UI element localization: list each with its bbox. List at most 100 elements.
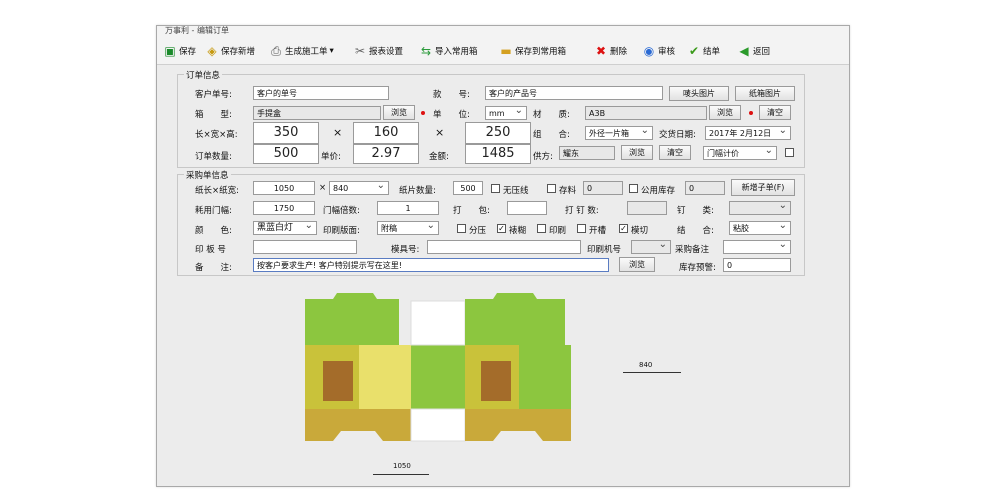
split-checkbox[interactable] (457, 224, 466, 233)
nail-count-label: 打 钉 数: (565, 206, 599, 216)
stock-warning-label: 库存预警: (679, 263, 716, 273)
color-select[interactable]: 黑蓝白灯 (253, 221, 317, 235)
remark-browse-button[interactable]: 浏览 (619, 257, 655, 272)
pricing-select[interactable]: 门幅计价 (703, 146, 777, 160)
customer-no-label: 客户单号: (195, 90, 232, 100)
bond-label: 结 合: (677, 226, 714, 236)
supplier-input[interactable]: 耀东 (559, 146, 615, 160)
no-crease-checkbox[interactable] (491, 184, 500, 193)
remark-input[interactable]: 按客户要求生产! 客户特别提示写在这里! (253, 258, 609, 272)
length-input[interactable]: 350 (253, 122, 319, 144)
pack-input[interactable] (507, 201, 547, 215)
amount-input[interactable]: 1485 (465, 144, 531, 164)
plate-no-input[interactable] (253, 240, 357, 254)
public-stock-checkbox[interactable] (629, 184, 638, 193)
style-no-input[interactable]: 客户的产品号 (485, 86, 663, 100)
laminate-checkbox[interactable]: ✓ (497, 224, 506, 233)
stock-checkbox[interactable] (547, 184, 556, 193)
price-input[interactable]: 2.97 (353, 144, 419, 164)
save-new-button[interactable]: ◈ 保存新增 (205, 42, 255, 60)
combine-label: 组 合: (533, 130, 570, 140)
stock-warning-input[interactable]: 0 (723, 258, 791, 272)
nail-count-input[interactable] (627, 201, 667, 215)
back-arrow-icon: ◀ (739, 44, 749, 58)
checkmark-icon: ✔ (688, 44, 700, 58)
purchase-note-select[interactable] (723, 240, 791, 254)
supplier-browse-button[interactable]: 浏览 (621, 145, 653, 160)
die-cut-checkbox[interactable]: ✓ (619, 224, 628, 233)
import-box-button[interactable]: ⇆ 导入常用箱 (419, 42, 478, 60)
box-type-label: 箱 型: (195, 110, 232, 120)
door-width-input[interactable]: 1750 (253, 201, 315, 215)
material-browse-button[interactable]: 浏览 (709, 105, 741, 120)
times-sign: × (333, 126, 343, 139)
box-panel-middle (410, 300, 466, 442)
door-multiple-input[interactable]: 1 (377, 201, 439, 215)
slot-checkbox[interactable] (577, 224, 586, 233)
box-type-browse-button[interactable]: 浏览 (383, 105, 415, 120)
delivery-date-picker[interactable]: 2017年 2月12日 (705, 126, 791, 140)
supplier-clear-button[interactable]: 清空 (659, 145, 691, 160)
public-stock-input[interactable]: 0 (685, 181, 725, 195)
style-no-label: 款 号: (433, 90, 470, 100)
box-type-input[interactable]: 手提盒 (253, 106, 381, 120)
sheet-qty-input[interactable]: 500 (453, 181, 483, 195)
purchase-note-label: 采购备注 (675, 245, 710, 255)
nail-type-select[interactable] (729, 201, 791, 215)
print-side-label: 印刷版面: (323, 226, 360, 236)
unit-select[interactable]: mm (485, 106, 527, 120)
public-stock-label: 公用库存 (641, 186, 676, 196)
toolbar: ▣ 保存 ◈ 保存新增 ⎙ 生成施工单 ▾ ✂ 报表设置 ⇆ 导入常用箱 ▬ 保存到常用箱 ✖… (157, 38, 849, 65)
bond-select[interactable]: 粘胶 (729, 221, 791, 235)
box-dieline-preview (305, 293, 571, 442)
save-box-button[interactable]: ▬ 保存到常用箱 (499, 42, 566, 60)
delivery-date-label: 交货日期: (659, 130, 696, 140)
order-qty-label: 订单数量: (195, 152, 232, 162)
paper-size-label: 纸长×纸宽: (195, 186, 239, 196)
split-label: 分压 (469, 226, 487, 236)
order-qty-input[interactable]: 500 (253, 144, 319, 164)
dimension-width-label: 840 (639, 361, 653, 369)
import-icon: ⇆ (420, 44, 432, 58)
pricing-checkbox[interactable] (785, 148, 794, 157)
stock-input[interactable]: 0 (583, 181, 623, 195)
print-checkbox[interactable] (537, 224, 546, 233)
no-crease-label: 无压线 (503, 186, 529, 196)
paper-length-input[interactable]: 1050 (253, 181, 315, 195)
delete-icon: ✖ (595, 44, 607, 58)
door-multiple-label: 门幅倍数: (323, 206, 360, 216)
tools-icon: ✂ (354, 44, 366, 58)
plate-no-label: 印 板 号 (195, 245, 226, 255)
delete-button[interactable]: ✖ 删除 (594, 42, 627, 60)
print-side-select[interactable]: 附稿 (377, 221, 439, 235)
material-label: 材 质: (533, 110, 570, 120)
finish-button[interactable]: ✔ 结单 (687, 42, 720, 60)
save-button[interactable]: ▣ 保存 (163, 42, 196, 60)
dropdown-arrow-icon: ▾ (329, 46, 334, 56)
material-input[interactable]: A3B (585, 106, 707, 120)
paper-width-select[interactable]: 840 (329, 181, 389, 195)
height-input[interactable]: 250 (465, 122, 531, 144)
laminate-label: 裱糊 (509, 226, 527, 236)
audit-button[interactable]: ◉ 审核 (642, 42, 675, 60)
width-input[interactable]: 160 (353, 122, 419, 144)
back-button[interactable]: ◀ 返回 (737, 42, 770, 60)
color-label: 颜 色: (195, 226, 232, 236)
mark-image-button[interactable]: 唛头图片 (669, 86, 729, 101)
generate-ticket-button[interactable]: ⎙ 生成施工单 ▾ (269, 42, 334, 60)
printer-no-select[interactable] (631, 240, 671, 254)
new-sub-order-button[interactable]: 新增子单(F) (731, 179, 795, 196)
mold-no-label: 模具号: (391, 245, 420, 255)
report-settings-button[interactable]: ✂ 报表设置 (353, 42, 403, 60)
dimensions-label: 长×宽×高: (195, 130, 238, 140)
supplier-label: 供方: (533, 152, 553, 162)
customer-no-input[interactable]: 客户的单号 (253, 86, 389, 100)
amount-label: 金额: (429, 152, 449, 162)
box-panel-left (305, 293, 411, 441)
combine-select[interactable]: 外径一片箱 (585, 126, 653, 140)
stock-label: 存料 (559, 186, 577, 196)
box-image-button[interactable]: 纸箱图片 (735, 86, 795, 101)
save-icon: ▣ (164, 44, 176, 58)
material-clear-button[interactable]: 清空 (759, 105, 791, 120)
mold-no-input[interactable] (427, 240, 581, 254)
